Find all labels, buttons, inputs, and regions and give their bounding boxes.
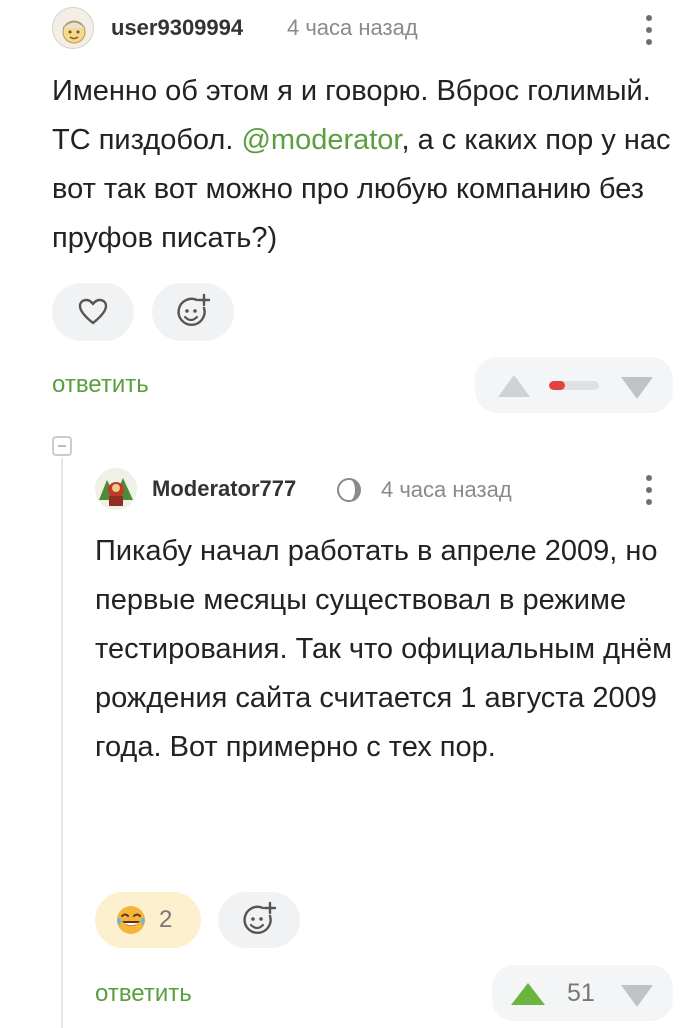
heart-icon (78, 298, 108, 325)
add-reaction-button[interactable] (152, 283, 234, 341)
comment-text: Пикабу начал работать в апреле 2009, но … (95, 535, 673, 763)
downvote-icon[interactable] (620, 984, 654, 1008)
tears-of-joy-icon (117, 906, 145, 934)
reaction-count: 2 (159, 906, 173, 933)
smiley-plus-icon (177, 293, 211, 326)
comment-author[interactable]: user9309994 (111, 15, 243, 41)
rating-box (475, 357, 673, 413)
comment-author[interactable]: Moderator777 (152, 476, 296, 502)
mention-link[interactable]: @moderator (241, 124, 401, 156)
collapse-thread-icon[interactable] (52, 436, 72, 456)
rating-box: 51 (492, 965, 673, 1021)
reaction-laugh-button[interactable]: 2 (95, 892, 201, 948)
downvote-icon[interactable] (620, 376, 654, 400)
like-button[interactable] (52, 283, 134, 341)
smiley-plus-icon (243, 901, 277, 934)
comment-text: Именно об этом я и говорю. Вброс голимый… (52, 67, 682, 263)
comment-time: 4 часа назад (381, 477, 512, 502)
upvote-icon[interactable] (510, 982, 546, 1006)
reply-link[interactable]: ответить (52, 371, 149, 399)
moderator-avatar[interactable] (95, 468, 137, 510)
comment-time: 4 часа назад (287, 15, 418, 40)
rating-bar-fill (549, 381, 565, 390)
add-reaction-button[interactable] (218, 892, 300, 948)
moderator-badge-icon (337, 478, 361, 502)
upvote-icon[interactable] (497, 374, 531, 398)
reply-link[interactable]: ответить (95, 980, 192, 1008)
rating-bar (549, 381, 599, 390)
more-options-icon[interactable] (645, 475, 653, 505)
more-options-icon[interactable] (645, 15, 653, 45)
rating-value: 51 (567, 979, 595, 1007)
thread-line[interactable] (61, 458, 63, 1028)
user-avatar[interactable] (52, 7, 94, 49)
